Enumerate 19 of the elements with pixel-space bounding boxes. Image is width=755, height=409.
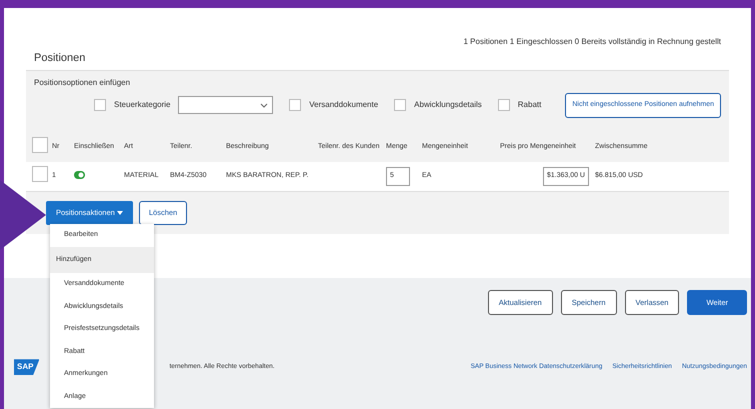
checkbox[interactable] [289, 99, 302, 112]
checkbox[interactable] [498, 99, 510, 112]
select-field[interactable] [178, 96, 274, 114]
toggle-switch[interactable] [74, 171, 85, 180]
logo: SAP [14, 359, 40, 376]
caret-down-icon [116, 211, 123, 216]
checkbox[interactable] [394, 99, 406, 112]
option-label: Steuerkategorie [114, 99, 170, 112]
checkbox[interactable] [94, 99, 106, 112]
summary-text: 1 Positionen 1 Eingeschlossen 0 Bereits vollständig in Rechnung gestellt [464, 36, 721, 48]
option-label: Abwicklungsdetails [414, 99, 482, 112]
checkbox[interactable] [32, 166, 48, 182]
option-label: Rabatt [518, 99, 542, 112]
options-title: Positionsoptionen einfügen [34, 77, 132, 89]
section-title: Positionen [34, 51, 86, 66]
option-label: Versanddokumente [309, 99, 378, 112]
chevron-down-icon [260, 102, 268, 108]
checkbox[interactable] [32, 136, 48, 153]
pointer-arrow-drawing [0, 180, 46, 250]
